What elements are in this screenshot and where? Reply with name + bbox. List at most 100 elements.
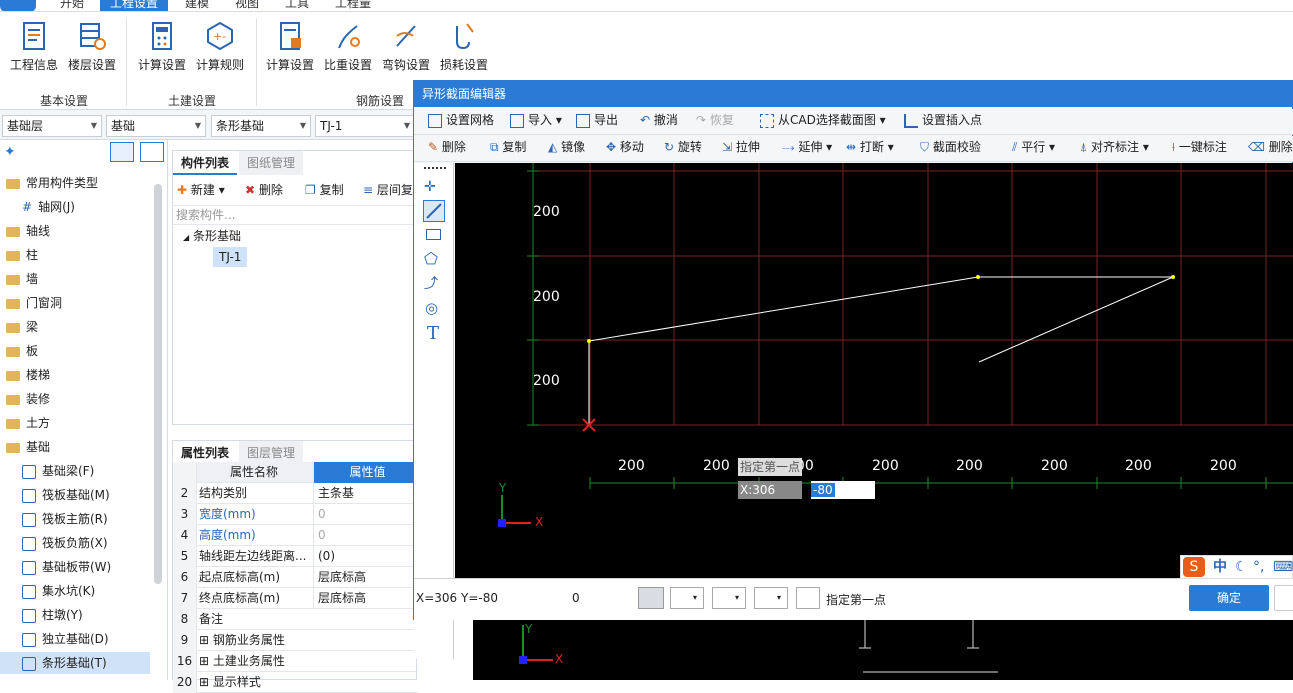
text-tool-icon[interactable]: T <box>427 323 439 344</box>
tree-item[interactable]: 集水坑(K) <box>0 580 150 602</box>
tree-item[interactable]: 柱墩(Y) <box>0 604 150 626</box>
punctuation-icon[interactable]: °, <box>1253 556 1264 578</box>
tree-item[interactable]: 筏板基础(M) <box>0 484 150 506</box>
one-click-dimension-button[interactable]: ⟊ 一键标注 <box>1172 136 1227 158</box>
set-grid-button[interactable]: 设置网格 <box>428 109 494 131</box>
property-row[interactable]: 4 高度(mm) 0 <box>173 525 418 546</box>
stretch-button[interactable]: ⇲ 拉伸 <box>722 136 760 158</box>
display-dropdown-icon[interactable]: ▾ <box>754 587 788 609</box>
tree-item-selected[interactable]: 条形基础(T) <box>0 652 150 674</box>
rectangle-tool-icon[interactable] <box>426 229 441 240</box>
cancel-button[interactable] <box>1274 585 1293 611</box>
list-view-icon[interactable] <box>110 142 134 162</box>
property-row[interactable]: 2 结构类别 主条基 <box>173 483 418 504</box>
property-row[interactable]: 9 ⊞ 钢筋业务属性 <box>173 630 418 651</box>
delete-dimension-button[interactable]: ⌫ 删除 <box>1248 136 1293 158</box>
rebar-calc-settings-button[interactable]: 计算设置 <box>262 20 318 80</box>
tree-scrollbar[interactable] <box>154 184 162 584</box>
copy-shape-button[interactable]: ⧉ 复制 <box>490 136 526 158</box>
tab-modeling[interactable]: 建模 <box>185 0 209 11</box>
tree-item[interactable]: 独立基础(D) <box>0 628 150 650</box>
export-button[interactable]: 导出 <box>576 109 618 131</box>
app-logo-icon[interactable] <box>0 0 36 11</box>
copy-button[interactable]: ❐ 复制 <box>305 181 344 199</box>
tree-item[interactable]: 门窗洞 <box>0 292 150 314</box>
loss-settings-button[interactable]: 损耗设置 <box>436 20 492 80</box>
property-value[interactable]: 层底标高 <box>313 567 417 588</box>
delete-button[interactable]: ✖ 删除 <box>245 181 283 199</box>
property-value[interactable]: (0) <box>313 546 417 567</box>
tree-item[interactable]: 常用构件类型 <box>0 172 150 194</box>
new-button[interactable]: ✚ 新建 ▾ <box>177 181 225 199</box>
property-value[interactable]: 0 <box>313 525 417 546</box>
floor-select[interactable]: 基础层 ▼ <box>2 115 102 137</box>
keyboard-icon[interactable]: ⌨ <box>1273 556 1293 578</box>
erase-button[interactable]: ✎ 删除 <box>428 136 466 158</box>
tree-item[interactable]: 轴线 <box>0 220 150 242</box>
expand-plus-icon[interactable]: ⊞ <box>199 633 209 647</box>
search-input[interactable]: 搜索构件... <box>173 205 416 225</box>
point-tool-icon[interactable]: ✛ <box>424 179 436 195</box>
tab-view[interactable]: 视图 <box>235 0 259 11</box>
tab-component-list[interactable]: 构件列表 <box>173 151 238 175</box>
type-select[interactable]: 条形基础 ▼ <box>211 115 311 137</box>
tree-item[interactable]: 土方 <box>0 412 150 434</box>
property-value[interactable]: 0 <box>313 504 417 525</box>
moon-icon[interactable]: ☾ <box>1235 556 1248 578</box>
tab-start[interactable]: 开始 <box>60 0 84 11</box>
line-tool-icon[interactable] <box>423 200 445 222</box>
tree-item[interactable]: 板 <box>0 340 150 362</box>
tree-item[interactable]: 楼梯 <box>0 364 150 386</box>
calc-settings-button[interactable]: 计算设置 <box>134 20 190 80</box>
align-dimension-button[interactable]: ⍋ 对齐标注 ▾ <box>1080 136 1149 158</box>
arc-tool-icon[interactable]: ⤴ <box>424 273 438 293</box>
property-row[interactable]: 8 备注 <box>173 609 418 630</box>
coord-y-input[interactable]: -80 <box>811 481 875 499</box>
mirror-button[interactable]: ◭ 镜像 <box>548 136 585 158</box>
property-value[interactable]: 层底标高 <box>313 588 417 609</box>
edit-mode-icon[interactable] <box>796 587 820 609</box>
select-from-cad-button[interactable]: 从CAD选择截面图 ▾ <box>760 109 886 131</box>
tree-item[interactable]: 梁 <box>0 316 150 338</box>
project-info-button[interactable]: 工程信息 <box>6 20 62 80</box>
tree-item[interactable]: 基础梁(F) <box>0 460 150 482</box>
snap-dropdown-icon[interactable]: ▾ <box>670 587 704 609</box>
calc-rules-button[interactable]: +- 计算规则 <box>192 20 248 80</box>
undo-button[interactable]: ↶ 撤消 <box>640 109 678 131</box>
ortho-toggle-icon[interactable] <box>638 587 664 609</box>
polygon-tool-icon[interactable]: ⬠ <box>424 249 438 268</box>
tab-project-settings[interactable]: 工程设置 <box>100 0 169 11</box>
property-row[interactable]: 20 ⊞ 显示样式 <box>173 672 418 693</box>
card-view-icon[interactable] <box>140 142 164 162</box>
expand-plus-icon[interactable]: ⊞ <box>199 675 209 689</box>
set-insert-point-button[interactable]: 设置插入点 <box>904 109 982 131</box>
import-button[interactable]: 导入 ▾ <box>510 109 562 131</box>
component-item-selected[interactable]: TJ-1 <box>213 247 248 267</box>
move-button[interactable]: ✥ 移动 <box>606 136 644 158</box>
break-button[interactable]: ⇹ 打断 ▾ <box>846 136 894 158</box>
tree-root[interactable]: ◢ 条形基础 <box>183 227 241 247</box>
redo-button[interactable]: ↷ 恢复 <box>696 109 734 131</box>
tree-item[interactable]: # 轴网(J) <box>0 196 150 218</box>
tab-quantity[interactable]: 工程量 <box>335 0 371 11</box>
tree-item[interactable]: 筏板主筋(R) <box>0 508 150 530</box>
floor-settings-button[interactable]: 楼层设置 <box>64 20 120 80</box>
property-row[interactable]: 6 起点底标高(m) 层底标高 <box>173 567 418 588</box>
category-select[interactable]: 基础 ▼ <box>106 115 206 137</box>
property-row[interactable]: 5 轴线距左边线距离... (0) <box>173 546 418 567</box>
coord-x-input[interactable]: X:306 <box>738 481 802 499</box>
property-row[interactable]: 3 宽度(mm) 0 <box>173 504 418 525</box>
property-value[interactable]: 主条基 <box>313 483 417 504</box>
ime-language-toggle[interactable]: 中 <box>1213 556 1227 578</box>
confirm-button[interactable]: 确定 <box>1189 585 1269 611</box>
tree-item[interactable]: 筏板负筋(X) <box>0 532 150 554</box>
parallel-button[interactable]: ⫽ 平行 ▾ <box>1012 136 1055 158</box>
sogou-logo-icon[interactable]: S <box>1183 557 1205 577</box>
tree-item[interactable]: 装修 <box>0 388 150 410</box>
property-row[interactable]: 16 ⊞ 土建业务属性 <box>173 651 418 672</box>
extend-button[interactable]: ⤏ 延伸 ▾ <box>782 136 832 158</box>
tab-drawing-management[interactable]: 图纸管理 <box>239 151 304 175</box>
expand-plus-icon[interactable]: ⊞ <box>199 654 209 668</box>
circle-tool-icon[interactable]: ◎ <box>425 299 438 317</box>
floor-copy-button[interactable]: ≡ 层间复 <box>363 181 413 199</box>
